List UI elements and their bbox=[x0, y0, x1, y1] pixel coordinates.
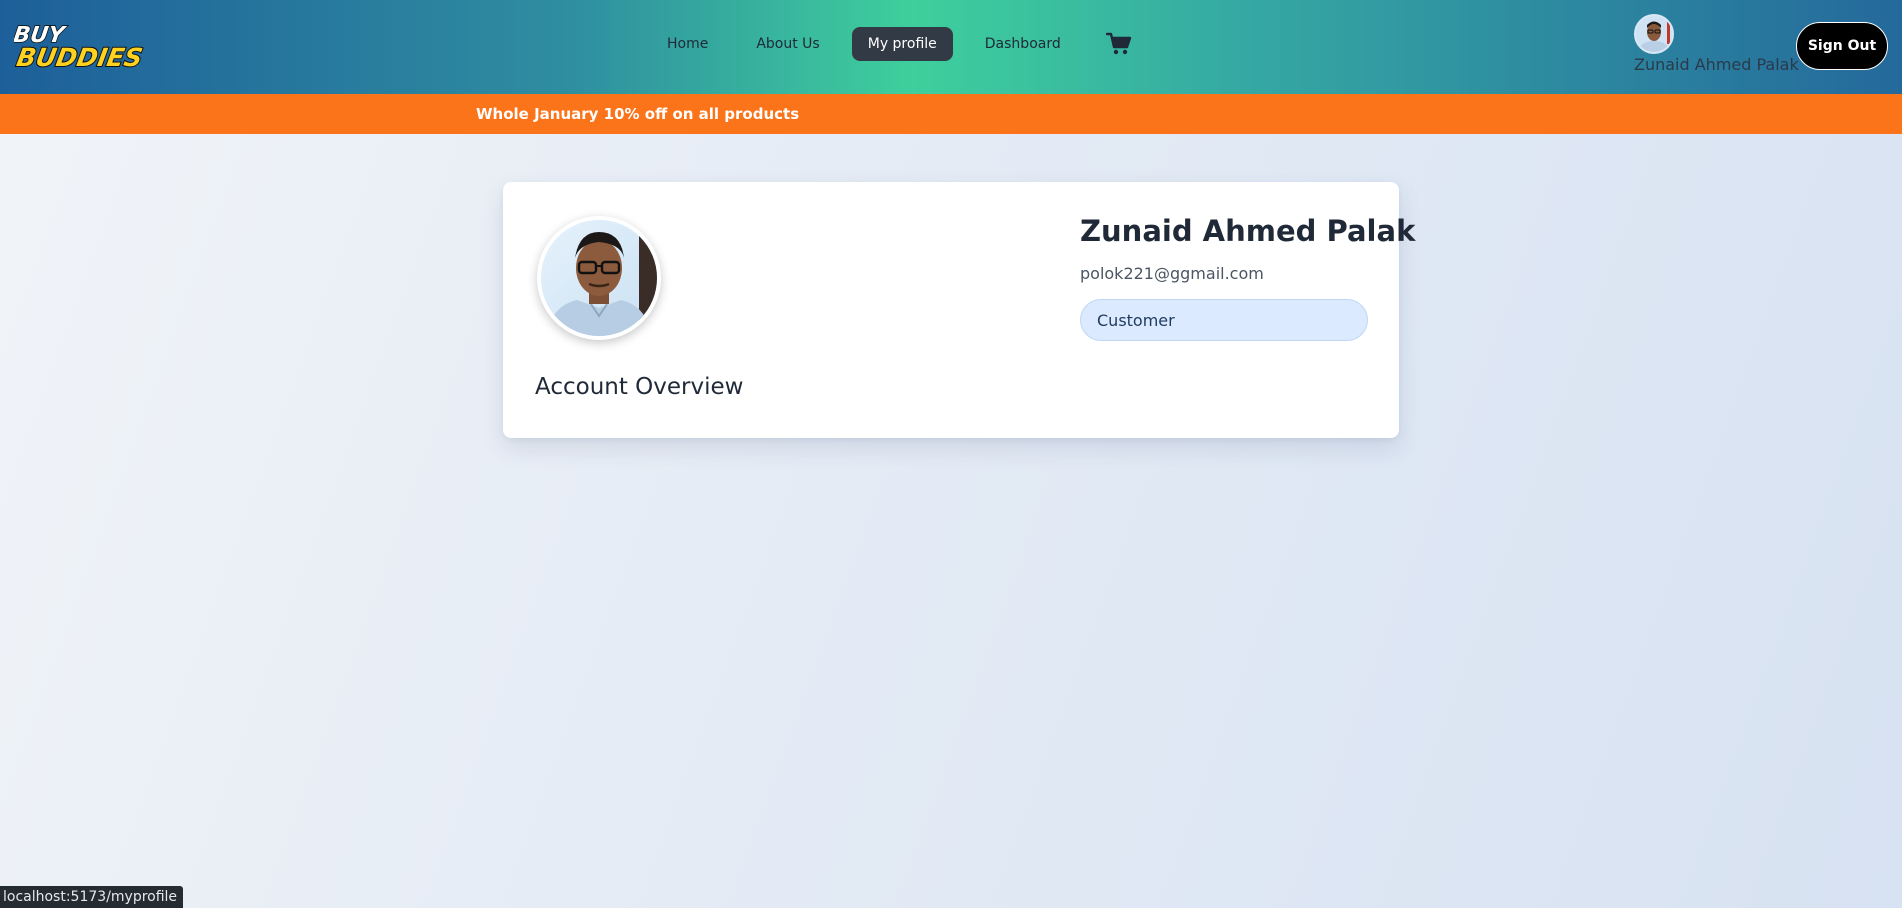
user-avatar[interactable] bbox=[1634, 14, 1674, 54]
shopping-cart-icon[interactable] bbox=[1105, 30, 1133, 58]
nav-username: Zunaid Ahmed Palak bbox=[1634, 55, 1799, 74]
profile-card: Account Overview Zunaid Ahmed Palak polo… bbox=[503, 182, 1415, 438]
account-overview-heading: Account Overview bbox=[535, 374, 744, 400]
nav-user-info: Zunaid Ahmed Palak bbox=[1634, 14, 1799, 84]
logo-graphic: BUY BUDDIES bbox=[14, 21, 144, 73]
nav-home[interactable]: Home bbox=[651, 27, 724, 61]
navbar: BUY BUDDIES Home About Us My profile Das… bbox=[0, 0, 1902, 94]
status-bar-url: localhost:5173/myprofile bbox=[0, 886, 184, 908]
sign-out-button[interactable]: Sign Out bbox=[1796, 22, 1888, 70]
main-nav: Home About Us My profile Dashboard bbox=[651, 26, 1133, 62]
profile-name: Zunaid Ahmed Palak bbox=[1080, 214, 1416, 248]
nav-dashboard[interactable]: Dashboard bbox=[969, 27, 1077, 61]
promo-text: Whole January 10% off on all products bbox=[476, 105, 800, 123]
nav-about-us[interactable]: About Us bbox=[740, 27, 835, 61]
promo-banner: Whole January 10% off on all products bbox=[0, 94, 1902, 134]
svg-text:BUDDIES: BUDDIES bbox=[14, 43, 144, 72]
role-badge: Customer bbox=[1080, 299, 1368, 341]
nav-my-profile[interactable]: My profile bbox=[851, 27, 953, 61]
buy-buddies-logo[interactable]: BUY BUDDIES bbox=[14, 18, 144, 74]
profile-photo bbox=[537, 216, 661, 340]
profile-email: polok221@ggmail.com bbox=[1080, 264, 1264, 283]
